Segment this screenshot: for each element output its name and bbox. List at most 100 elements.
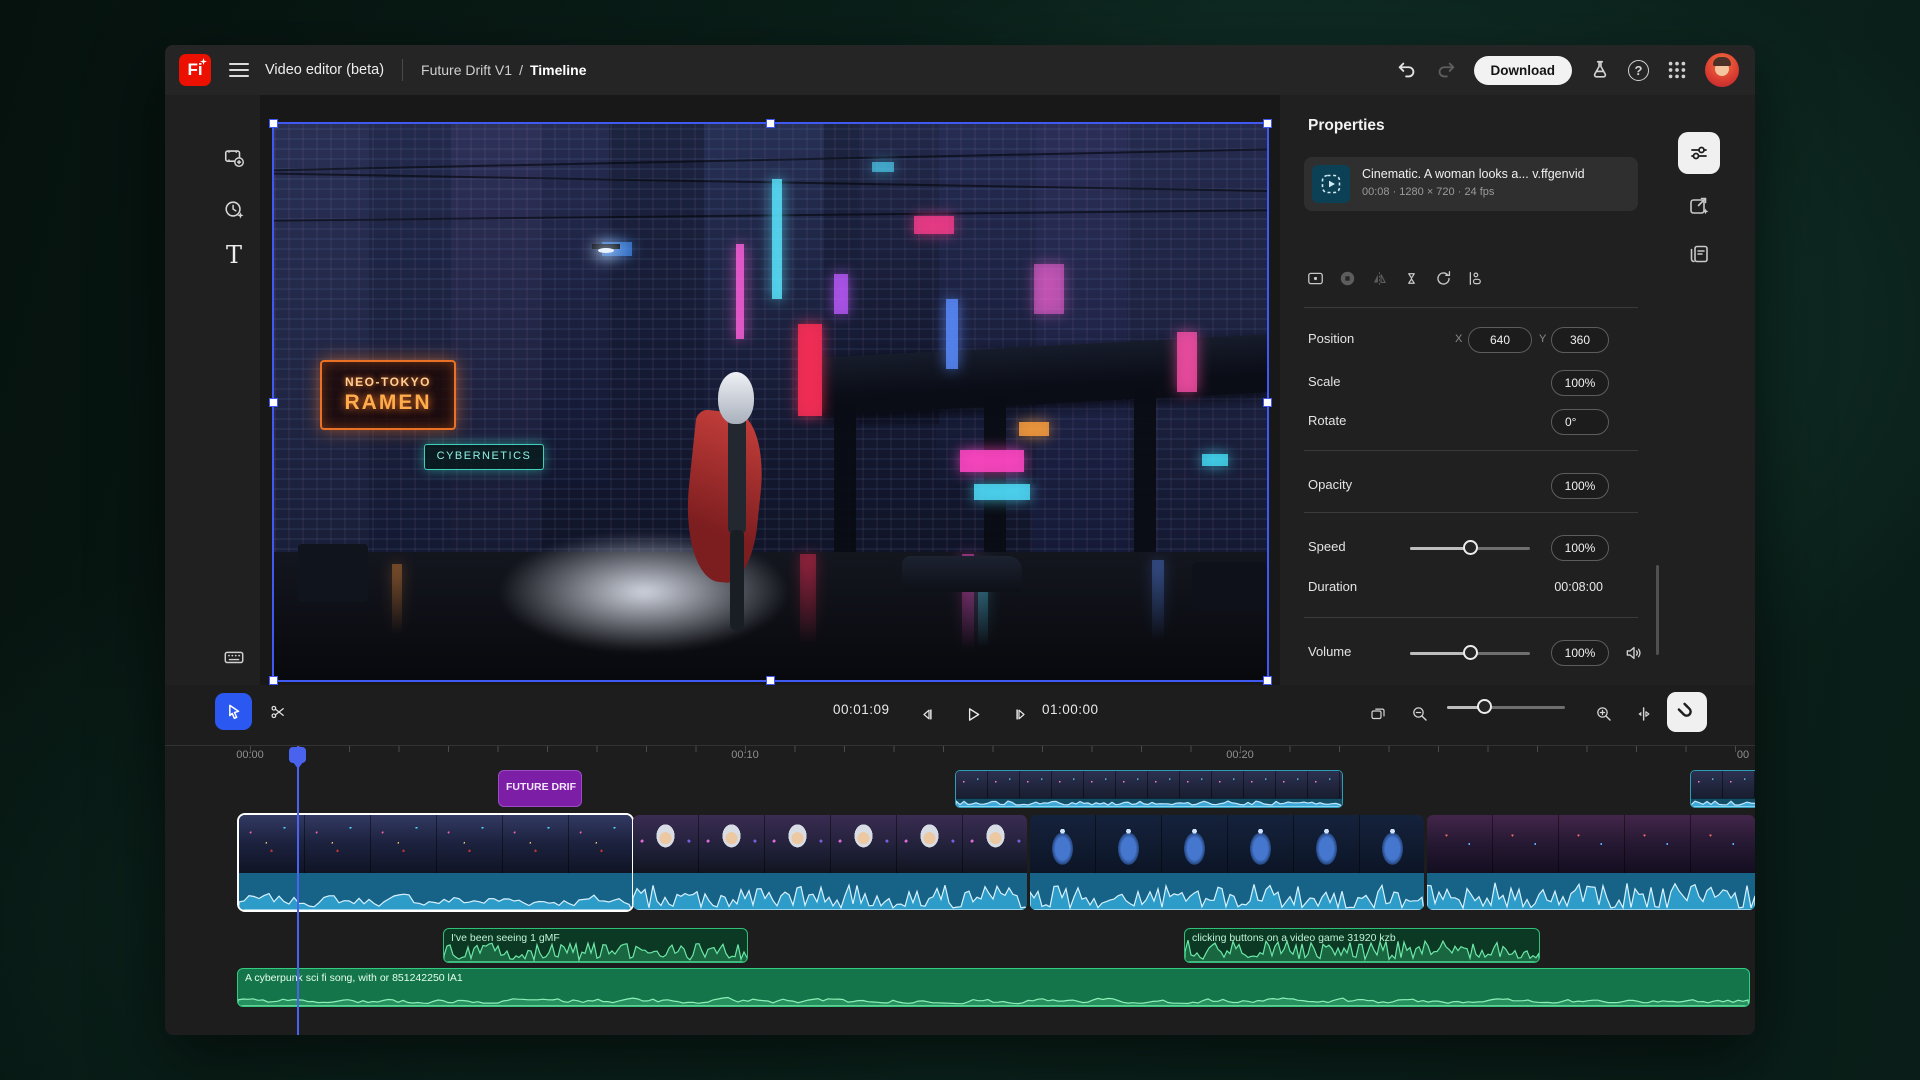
audio-clip-sfx1[interactable]: I've been seeing 1 gMF <box>443 928 748 963</box>
video-clip-2[interactable] <box>633 815 1027 910</box>
text-tool-button[interactable]: T <box>217 238 251 272</box>
scissors-icon <box>269 700 287 724</box>
video-clip-track2-partial[interactable] <box>1690 770 1755 808</box>
current-timecode: 00:01:09 <box>833 702 890 717</box>
opacity-input[interactable]: 100% <box>1551 473 1609 499</box>
playhead-line[interactable] <box>297 746 299 1035</box>
generative-edit-button[interactable] <box>1678 185 1720 227</box>
clip-meta: 00:08 · 1280 × 720 · 24 fps <box>1362 186 1494 198</box>
speed-slider[interactable] <box>1410 539 1530 557</box>
panel-divider <box>1304 512 1638 513</box>
previous-frame-button[interactable] <box>913 700 941 728</box>
split-at-playhead-icon <box>1635 702 1653 726</box>
crop-button[interactable] <box>1304 267 1327 290</box>
zoom-out-button[interactable] <box>1405 699 1435 729</box>
speed-input[interactable]: 100% <box>1551 535 1609 561</box>
playhead-handle[interactable] <box>289 747 306 763</box>
flip-button[interactable] <box>1368 267 1391 290</box>
play-icon <box>964 702 982 727</box>
volume-input[interactable]: 100% <box>1551 640 1609 666</box>
breadcrumb-separator: / <box>519 62 523 78</box>
ruler-label: 00:00 <box>236 749 264 761</box>
timeline-tracks: FUTURE DRIF <box>165 768 1755 1035</box>
properties-panel-button[interactable] <box>1678 132 1720 174</box>
speed-slider-thumb[interactable] <box>1463 540 1478 555</box>
redo-button[interactable] <box>1435 59 1457 81</box>
audio-clip-music[interactable]: A cyberpunk sci fi song, with or 8512422… <box>237 968 1750 1007</box>
redo-icon <box>1435 59 1457 81</box>
beta-feedback-button[interactable] <box>1589 59 1611 81</box>
breadcrumb-project[interactable]: Future Drift V1 <box>421 62 512 78</box>
neo-tokyo-ramen-sign: NEO-TOKYO RAMEN <box>320 360 456 430</box>
selection-handle-n[interactable] <box>766 119 775 128</box>
text-overlay-label: FUTURE DRIF <box>499 771 581 793</box>
timeline-ruler[interactable]: 00:00 00:10 00:20 00 <box>165 746 1755 768</box>
duration-row: Duration 00:08:00 <box>1280 575 1662 601</box>
add-media-button[interactable] <box>217 140 251 174</box>
firefly-logo[interactable]: Fi <box>179 54 211 86</box>
selection-handle-sw[interactable] <box>269 676 278 685</box>
selection-handle-w[interactable] <box>269 398 278 407</box>
split-tool-button[interactable] <box>263 697 293 727</box>
rotate-button[interactable] <box>1432 267 1455 290</box>
generate-media-button[interactable] <box>217 192 251 226</box>
clip-thumbnail <box>1312 165 1350 203</box>
retime-button[interactable] <box>1400 267 1423 290</box>
apps-grid-button[interactable] <box>1666 59 1688 81</box>
download-button[interactable]: Download <box>1474 56 1573 85</box>
selection-handle-nw[interactable] <box>269 119 278 128</box>
video-clip-3[interactable] <box>1030 815 1424 910</box>
undo-button[interactable] <box>1396 59 1418 81</box>
scale-input[interactable]: 100% <box>1551 370 1609 396</box>
select-tool-button[interactable] <box>215 693 252 730</box>
align-button[interactable] <box>1464 267 1487 290</box>
split-at-playhead-button[interactable] <box>1629 699 1659 729</box>
mask-button[interactable] <box>1336 267 1359 290</box>
panel-scrollbar[interactable] <box>1656 565 1659 655</box>
audio-clip-sfx2[interactable]: clicking buttons on a video game 31920 k… <box>1184 928 1540 963</box>
keyboard-shortcuts-button[interactable] <box>217 640 251 674</box>
total-duration-timecode: 01:00:00 <box>1042 702 1099 717</box>
position-y-label: Y <box>1539 333 1546 345</box>
panel-divider <box>1304 617 1638 618</box>
filmstrip-thumbnails <box>1030 815 1424 873</box>
opacity-label: Opacity <box>1308 477 1352 492</box>
video-clip-4[interactable] <box>1427 815 1755 910</box>
volume-slider-thumb[interactable] <box>1463 645 1478 660</box>
volume-slider[interactable] <box>1410 644 1530 662</box>
media-browser-button[interactable] <box>1678 233 1720 275</box>
position-y-input[interactable]: 360 <box>1551 327 1609 353</box>
hamburger-menu-icon[interactable] <box>229 63 249 77</box>
breadcrumb: Future Drift V1 / Timeline <box>421 62 586 78</box>
timeline-zoom-thumb[interactable] <box>1477 699 1492 714</box>
mute-button[interactable] <box>1618 642 1650 664</box>
selection-handle-s[interactable] <box>766 676 775 685</box>
selection-handle-se[interactable] <box>1263 676 1272 685</box>
help-button[interactable]: ? <box>1628 60 1649 81</box>
text-overlay-clip[interactable]: FUTURE DRIF <box>498 770 582 807</box>
play-button[interactable] <box>958 699 988 729</box>
generative-edit-icon <box>1687 194 1711 218</box>
next-frame-button[interactable] <box>1007 700 1035 728</box>
selection-handle-e[interactable] <box>1263 398 1272 407</box>
position-x-input[interactable]: 640 <box>1468 327 1532 353</box>
audio-waveform <box>238 988 1749 1006</box>
volume-row: Volume 100% <box>1280 640 1662 666</box>
timeline-zoom-slider[interactable] <box>1447 698 1565 716</box>
app-window: Fi Video editor (beta) Future Drift V1 /… <box>165 45 1755 1035</box>
cursor-icon <box>224 702 244 722</box>
selected-clip-card[interactable]: Cinematic. A woman looks a... v.ffgenvid… <box>1304 157 1638 211</box>
rotate-input[interactable]: 0° <box>1551 409 1609 435</box>
selection-handle-ne[interactable] <box>1263 119 1272 128</box>
zoom-in-button[interactable] <box>1589 699 1619 729</box>
user-avatar[interactable] <box>1705 53 1739 87</box>
flask-icon <box>1589 59 1611 81</box>
auto-scroll-button[interactable] <box>1363 699 1393 729</box>
video-preview-canvas[interactable]: NEO-TOKYO RAMEN CYBERNETICS <box>272 122 1269 682</box>
video-clip-track2[interactable] <box>955 770 1343 808</box>
speed-row: Speed 100% <box>1280 535 1662 561</box>
clip-name: Cinematic. A woman looks a... v.ffgenvid <box>1362 167 1630 181</box>
scale-row: Scale 100% <box>1280 370 1662 396</box>
dumpster <box>298 544 368 602</box>
snapping-toggle-button[interactable] <box>1667 692 1707 732</box>
